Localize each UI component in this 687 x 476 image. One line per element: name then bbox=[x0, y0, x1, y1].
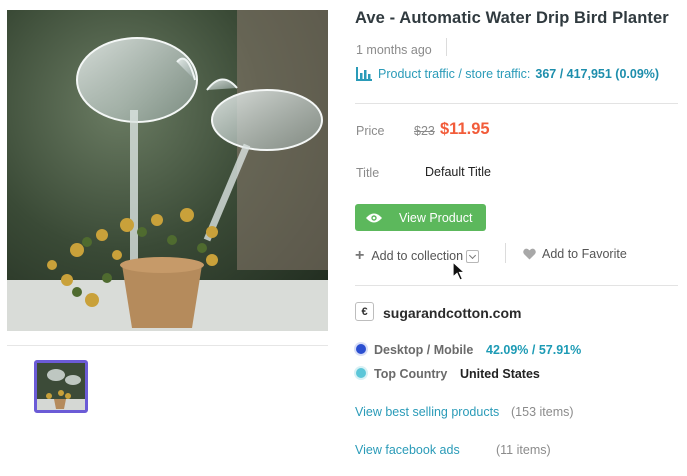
price-sale: $11.95 bbox=[440, 120, 490, 138]
variant-value: Default Title bbox=[425, 165, 492, 179]
top-country-label: Top Country bbox=[374, 367, 448, 381]
section-divider-store bbox=[355, 285, 678, 286]
desktop-mobile-dot-icon bbox=[356, 344, 366, 354]
traffic-stat: Product traffic / store traffic: 367 / 4… bbox=[356, 67, 659, 81]
traffic-label: Product traffic / store traffic: bbox=[378, 67, 531, 81]
best-selling-count: (153 items) bbox=[511, 405, 574, 419]
plus-icon: + bbox=[355, 247, 365, 264]
price-label: Price bbox=[356, 124, 385, 138]
top-country-value: United States bbox=[460, 367, 540, 381]
best-selling-link[interactable]: View best selling products bbox=[355, 405, 499, 419]
product-main-image bbox=[7, 10, 328, 331]
store-name[interactable]: sugarandcotton.com bbox=[383, 305, 521, 321]
eye-icon bbox=[366, 213, 382, 222]
traffic-value: 367 / 417,951 (0.09%) bbox=[535, 67, 660, 81]
add-to-favorite-label: Add to Favorite bbox=[542, 247, 627, 261]
bar-chart-icon bbox=[356, 67, 372, 81]
device-split-label: Desktop / Mobile bbox=[374, 343, 474, 357]
view-product-label: View Product bbox=[399, 210, 473, 225]
device-split-value: 42.09% / 57.91% bbox=[486, 343, 582, 357]
product-title: Ave - Automatic Water Drip Bird Planter bbox=[355, 9, 669, 27]
action-divider bbox=[505, 243, 506, 263]
header-divider bbox=[446, 38, 447, 56]
view-product-button[interactable]: View Product bbox=[355, 204, 486, 231]
facebook-ads-link[interactable]: View facebook ads bbox=[355, 443, 460, 457]
store-logo-icon: € bbox=[355, 302, 374, 321]
product-age: 1 months ago bbox=[356, 43, 432, 57]
add-to-favorite-button[interactable]: Add to Favorite bbox=[523, 247, 627, 261]
variant-label: Title bbox=[356, 166, 380, 180]
mouse-pointer-icon bbox=[452, 261, 466, 281]
facebook-ads-count: (11 items) bbox=[496, 443, 551, 457]
gallery-divider bbox=[7, 345, 328, 346]
price-original: $23 bbox=[414, 124, 435, 138]
top-country-dot-icon bbox=[356, 368, 366, 378]
heart-icon bbox=[523, 248, 536, 260]
section-divider bbox=[355, 103, 678, 104]
chevron-down-icon[interactable] bbox=[466, 249, 480, 263]
add-to-collection-label: Add to collection bbox=[371, 249, 464, 263]
product-thumbnail[interactable] bbox=[34, 360, 88, 413]
